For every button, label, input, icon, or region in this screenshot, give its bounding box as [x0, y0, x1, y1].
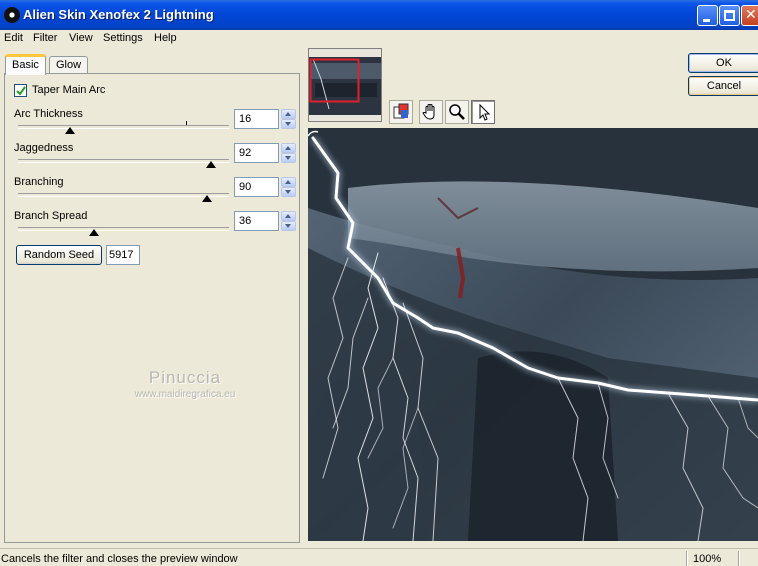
status-text: Cancels the filter and closes the previe…: [1, 553, 238, 565]
taper-main-arc-checkbox[interactable]: [14, 84, 27, 97]
status-separator: [686, 551, 688, 566]
branching-spinner[interactable]: [281, 177, 296, 197]
close-button[interactable]: ✕: [741, 5, 758, 26]
before-after-tool[interactable]: [389, 100, 413, 124]
spin-up-button[interactable]: [281, 177, 296, 187]
title-bar[interactable]: Alien Skin Xenofex 2 Lightning ✕: [0, 0, 758, 30]
arrow-pointer-icon: [479, 103, 491, 121]
jaggedness-spinner[interactable]: [281, 143, 296, 163]
spin-down-button[interactable]: [281, 221, 296, 231]
preview-pane[interactable]: [308, 128, 758, 541]
pointer-tool[interactable]: [471, 100, 495, 124]
ok-button[interactable]: OK: [688, 53, 758, 73]
slider-tick: [186, 121, 187, 125]
menu-edit[interactable]: Edit: [1, 30, 26, 46]
zoom-level: 100%: [693, 553, 722, 565]
watermark: Pinuccia www.maidiregrafica.eu: [120, 368, 250, 400]
branching-track[interactable]: [18, 193, 229, 197]
spin-up-button[interactable]: [281, 211, 296, 221]
magnifier-icon: [449, 104, 465, 120]
branch-spread-input[interactable]: 36: [234, 211, 279, 231]
arc-thickness-spinner[interactable]: [281, 109, 296, 129]
menu-help[interactable]: Help: [151, 30, 180, 46]
jaggedness-label: Jaggedness: [14, 142, 74, 154]
window-title: Alien Skin Xenofex 2 Lightning: [23, 7, 214, 22]
cancel-button[interactable]: Cancel: [688, 76, 758, 96]
navigator-thumbnail[interactable]: [308, 48, 382, 122]
watermark-url: www.maidiregrafica.eu: [134, 389, 236, 400]
app-icon[interactable]: [4, 7, 20, 23]
random-seed-input[interactable]: 5917: [106, 245, 140, 265]
branching-label: Branching: [14, 176, 64, 188]
status-bar: Cancels the filter and closes the previe…: [0, 548, 758, 566]
spin-up-button[interactable]: [281, 109, 296, 119]
minimize-icon: [703, 19, 710, 22]
hand-icon: [422, 104, 435, 120]
close-icon: ✕: [745, 7, 757, 23]
maximize-icon: [724, 10, 735, 21]
branch-spread-track[interactable]: [18, 227, 229, 231]
status-separator: [738, 551, 740, 566]
spin-down-button[interactable]: [281, 119, 296, 129]
checkmark-icon: [16, 86, 26, 96]
spin-up-button[interactable]: [281, 143, 296, 153]
maximize-button[interactable]: [719, 5, 740, 26]
menu-filter[interactable]: Filter: [30, 30, 60, 46]
zoom-tool[interactable]: [445, 100, 469, 124]
taper-main-arc-label: Taper Main Arc: [32, 84, 106, 96]
tab-basic[interactable]: Basic: [5, 54, 46, 75]
preview-image: [308, 128, 758, 541]
menu-view[interactable]: View: [66, 30, 96, 46]
branch-spread-thumb[interactable]: [89, 229, 99, 236]
arc-thickness-thumb[interactable]: [65, 127, 75, 134]
tab-glow[interactable]: Glow: [49, 56, 89, 74]
spin-down-button[interactable]: [281, 187, 296, 197]
hand-tool[interactable]: [419, 100, 443, 124]
minimize-button[interactable]: [697, 5, 718, 26]
arc-thickness-track[interactable]: [18, 121, 229, 129]
random-seed-button[interactable]: Random Seed: [16, 245, 102, 265]
menu-bar: Edit Filter View Settings Help: [0, 30, 758, 46]
jaggedness-thumb[interactable]: [206, 161, 216, 168]
jaggedness-input[interactable]: 92: [234, 143, 279, 163]
branch-spread-spinner[interactable]: [281, 211, 296, 231]
menu-settings[interactable]: Settings: [100, 30, 146, 46]
branching-thumb[interactable]: [202, 195, 212, 202]
watermark-name: Pinuccia: [148, 368, 222, 387]
branching-input[interactable]: 90: [234, 177, 279, 197]
tab-strip: Basic Glow: [0, 52, 300, 75]
navigator-image: [309, 49, 381, 121]
branch-spread-label: Branch Spread: [14, 210, 88, 222]
arc-thickness-input[interactable]: 16: [234, 109, 279, 129]
jaggedness-track[interactable]: [18, 159, 229, 163]
arc-thickness-label: Arc Thickness: [14, 108, 83, 120]
before-after-icon: [393, 103, 409, 119]
spin-down-button[interactable]: [281, 153, 296, 163]
